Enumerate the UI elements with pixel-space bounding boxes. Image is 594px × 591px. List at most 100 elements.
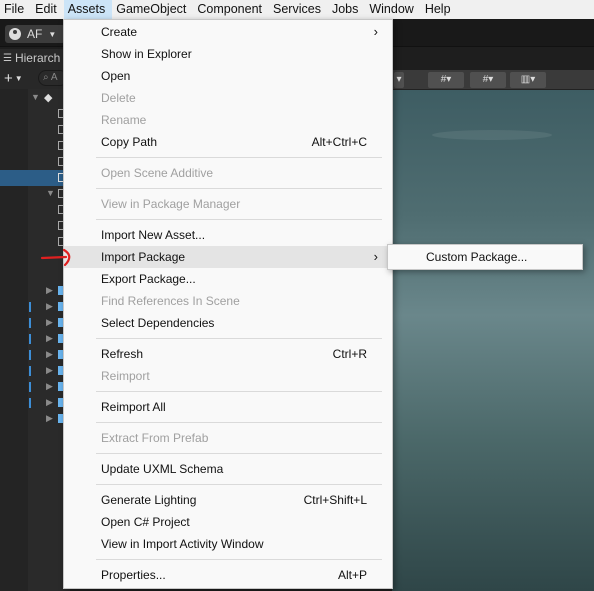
tree-row[interactable]: [0, 106, 70, 122]
menu-item-properties[interactable]: Properties... Alt+P: [64, 564, 392, 586]
menu-item-import-package[interactable]: Import Package ›: [64, 246, 392, 268]
menu-item-open-scene-additive[interactable]: Open Scene Additive: [64, 162, 392, 184]
menu-item-view-in-import-activity-window[interactable]: View in Import Activity Window: [64, 533, 392, 555]
menu-separator: [96, 188, 382, 189]
expand-arrow-icon[interactable]: ▶: [46, 349, 53, 360]
expand-arrow-icon[interactable]: ▶: [46, 317, 53, 328]
menu-item-custom-package[interactable]: Custom Package...: [389, 246, 581, 268]
tree-row[interactable]: ▶: [0, 283, 70, 299]
menu-item-label: Extract From Prefab: [101, 431, 209, 445]
menu-assets[interactable]: Assets: [63, 0, 113, 19]
menu-item-label: Delete: [101, 91, 136, 105]
menu-file[interactable]: File: [0, 0, 31, 19]
tree-row[interactable]: ▼: [0, 186, 70, 202]
scene-toolbar: ▾ #▾ #▾ ▥▾: [392, 70, 594, 90]
hierarchy-tab[interactable]: ☰ Hierarch: [0, 49, 70, 67]
menu-separator: [96, 391, 382, 392]
tree-row[interactable]: [0, 154, 70, 170]
expand-arrow-icon[interactable]: ▶: [46, 285, 53, 296]
menu-services[interactable]: Services: [269, 0, 328, 19]
menu-component[interactable]: Component: [193, 0, 269, 19]
menu-item-delete[interactable]: Delete: [64, 87, 392, 109]
menu-separator: [96, 453, 382, 454]
expand-arrow-icon[interactable]: ▶: [46, 413, 53, 424]
menu-item-select-dependencies[interactable]: Select Dependencies: [64, 312, 392, 334]
menu-item-find-references-in-scene[interactable]: Find References In Scene: [64, 290, 392, 312]
tree-row[interactable]: ▼ ◆: [0, 90, 70, 106]
menu-separator: [96, 484, 382, 485]
grid-snap-icon[interactable]: #▾: [428, 72, 464, 88]
menu-item-reimport[interactable]: Reimport: [64, 365, 392, 387]
tree-row[interactable]: ▶: [0, 411, 70, 427]
hierarchy-tab-label: Hierarch: [14, 51, 61, 65]
tree-row[interactable]: ▶: [0, 347, 70, 363]
import-package-submenu: Custom Package...: [387, 244, 583, 270]
menu-item-reimport-all[interactable]: Reimport All: [64, 396, 392, 418]
menu-item-copy-path[interactable]: Copy Path Alt+Ctrl+C: [64, 131, 392, 153]
tree-row[interactable]: [0, 122, 70, 138]
tree-row[interactable]: [0, 138, 70, 154]
chevron-right-icon: ›: [373, 249, 378, 264]
expand-arrow-icon[interactable]: ▶: [46, 381, 53, 392]
menu-item-open[interactable]: Open: [64, 65, 392, 87]
menu-item-show-in-explorer[interactable]: Show in Explorer: [64, 43, 392, 65]
menu-item-label: Export Package...: [101, 272, 196, 286]
account-dropdown[interactable]: AF ▼: [5, 25, 65, 43]
menu-item-open-csharp-project[interactable]: Open C# Project: [64, 511, 392, 533]
tree-row[interactable]: ▶: [0, 363, 70, 379]
hierarchy-tree: ▼ ◆ ▼ ▶ ▶ ▶ ▶ ▶ ▶ ▶ ▶ ▶: [0, 89, 70, 591]
modified-indicator: [29, 382, 31, 392]
chevron-down-icon[interactable]: ▼: [15, 74, 23, 83]
tree-row[interactable]: [0, 202, 70, 218]
menu-item-label: Copy Path: [101, 135, 158, 149]
tree-row-selected[interactable]: [0, 170, 70, 186]
account-icon: [9, 28, 21, 40]
menu-item-label: Generate Lighting: [101, 493, 197, 507]
list-icon: ☰: [3, 52, 12, 64]
menu-item-label: Find References In Scene: [101, 294, 240, 308]
scene-view[interactable]: [392, 90, 594, 591]
menu-item-import-new-asset[interactable]: Import New Asset...: [64, 224, 392, 246]
ruler-icon[interactable]: ▥▾: [510, 72, 546, 88]
tree-row[interactable]: ▶: [0, 379, 70, 395]
tree-row[interactable]: ▶: [0, 299, 70, 315]
tree-row[interactable]: ▶: [0, 315, 70, 331]
menu-separator: [96, 338, 382, 339]
tree-row[interactable]: ▶: [0, 331, 70, 347]
menu-item-shortcut: Alt+Ctrl+C: [311, 135, 367, 149]
menu-window[interactable]: Window: [365, 0, 420, 19]
menu-item-label: View in Package Manager: [101, 197, 241, 211]
tree-row[interactable]: ▶: [0, 395, 70, 411]
menu-item-label: Custom Package...: [426, 250, 528, 264]
expand-arrow-icon[interactable]: ▶: [46, 397, 53, 408]
menu-item-extract-from-prefab[interactable]: Extract From Prefab: [64, 427, 392, 449]
modified-indicator: [29, 350, 31, 360]
menu-item-label: Open Scene Additive: [101, 166, 214, 180]
menu-item-label: Properties...: [101, 568, 166, 582]
menu-item-shortcut: Alt+P: [337, 568, 367, 582]
add-button[interactable]: +: [4, 70, 13, 87]
menu-item-export-package[interactable]: Export Package...: [64, 268, 392, 290]
menu-item-label: Import New Asset...: [101, 228, 206, 242]
modified-indicator: [29, 302, 31, 312]
expand-arrow-icon[interactable]: ▼: [31, 92, 40, 102]
menu-edit[interactable]: Edit: [31, 0, 64, 19]
menu-item-refresh[interactable]: Refresh Ctrl+R: [64, 343, 392, 365]
menu-item-rename[interactable]: Rename: [64, 109, 392, 131]
menu-item-view-in-package-manager[interactable]: View in Package Manager: [64, 193, 392, 215]
chevron-down-icon[interactable]: ▾: [394, 72, 404, 88]
menu-item-generate-lighting[interactable]: Generate Lighting Ctrl+Shift+L: [64, 489, 392, 511]
menu-gameobject[interactable]: GameObject: [112, 0, 193, 19]
menu-item-update-uxml-schema[interactable]: Update UXML Schema: [64, 458, 392, 480]
expand-arrow-icon[interactable]: ▶: [46, 301, 53, 312]
gizmo-grid-icon[interactable]: #▾: [470, 72, 506, 88]
modified-indicator: [29, 366, 31, 376]
menu-item-create[interactable]: Create ›: [64, 21, 392, 43]
tree-row[interactable]: [0, 218, 70, 234]
expand-arrow-icon[interactable]: ▶: [46, 365, 53, 376]
menu-help[interactable]: Help: [421, 0, 458, 19]
menu-item-label: Refresh: [101, 347, 144, 361]
menu-jobs[interactable]: Jobs: [328, 0, 365, 19]
expand-arrow-icon[interactable]: ▶: [46, 333, 53, 344]
expand-arrow-icon[interactable]: ▼: [46, 188, 55, 198]
